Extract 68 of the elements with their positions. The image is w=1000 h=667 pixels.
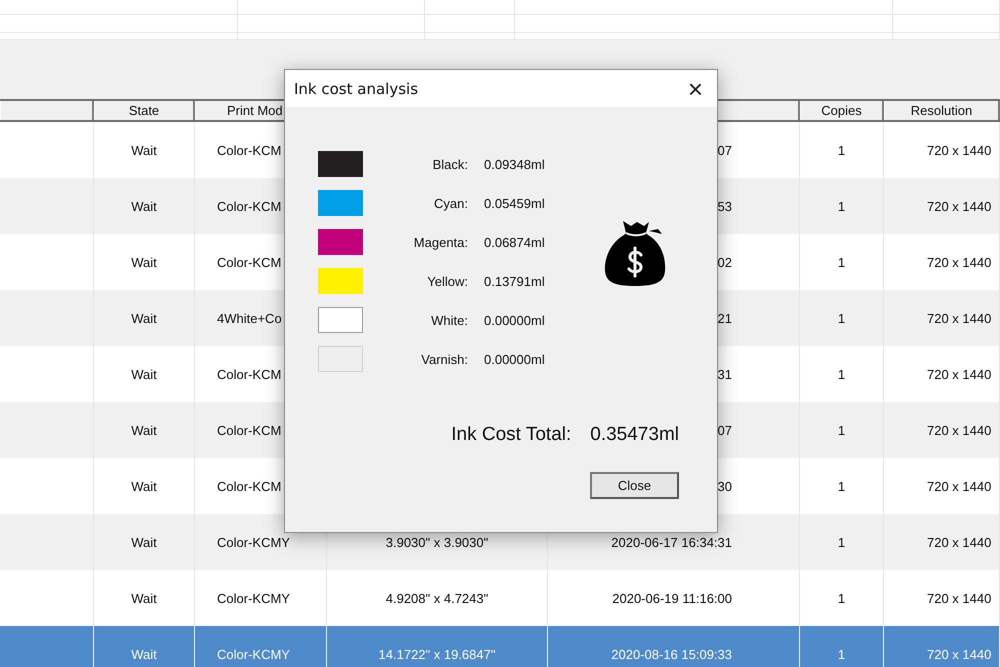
table-cell: 14.1722" x 19.6847" bbox=[378, 646, 496, 662]
table-cell: 1 bbox=[838, 422, 846, 438]
table-cell: 02 bbox=[718, 254, 732, 270]
table-cell: Color-KCMY bbox=[217, 646, 290, 662]
table-cell: Wait bbox=[131, 646, 157, 662]
ink-label: Magenta: bbox=[412, 234, 468, 250]
ink-label: Cyan: bbox=[433, 196, 468, 210]
ink-amount: 0.05459ml bbox=[484, 196, 546, 210]
table-cell: 720 x 1440 bbox=[927, 478, 992, 494]
table-cell: 720 x 1440 bbox=[927, 254, 992, 270]
table-cell: Wait bbox=[131, 422, 157, 438]
total-label: Ink Cost Total: bbox=[451, 424, 572, 446]
ink-amount: 0.06874ml bbox=[484, 234, 546, 250]
table-cell: 1 bbox=[838, 478, 846, 494]
table-cell: Color-KCM bbox=[217, 478, 282, 494]
ink-label: Black: bbox=[432, 156, 468, 172]
ink-label: Varnish: bbox=[420, 352, 468, 366]
table-cell: 720 x 1440 bbox=[927, 366, 992, 382]
table-cell: 31 bbox=[718, 366, 732, 382]
table-cell: Wait bbox=[131, 590, 157, 606]
table-cell: Wait bbox=[131, 534, 157, 550]
table-cell: 1 bbox=[838, 646, 846, 662]
table-cell: 2020-08-16 15:09:33 bbox=[611, 646, 732, 662]
table-cell: 07 bbox=[718, 142, 732, 158]
table-cell: Color-KCM bbox=[217, 422, 282, 438]
table-cell: 2020-06-17 16:34:31 bbox=[611, 534, 732, 550]
table-cell: 1 bbox=[838, 198, 846, 214]
table-cell: 720 x 1440 bbox=[927, 646, 992, 662]
dialog-title: Ink cost analysis bbox=[294, 80, 418, 98]
table-cell: 30 bbox=[718, 478, 732, 494]
table-cell: 07 bbox=[718, 422, 732, 438]
ink-label: White: bbox=[430, 312, 468, 328]
table-cell: Color-KCM bbox=[217, 142, 282, 158]
table-cell: 21 bbox=[718, 310, 732, 326]
table-cell: 4.9208" x 4.7243" bbox=[386, 590, 488, 606]
table-cell: 1 bbox=[838, 366, 846, 382]
table-cell: Wait bbox=[131, 142, 157, 158]
table-cell: Color-KCMY bbox=[217, 534, 290, 550]
table-cell: 1 bbox=[838, 254, 846, 270]
table-cell: 720 x 1440 bbox=[927, 422, 992, 438]
table-cell: 53 bbox=[718, 198, 732, 214]
ink-amount: 0.00000ml bbox=[484, 352, 546, 366]
table-cell: Wait bbox=[131, 310, 157, 326]
ink-amount: 0.13791ml bbox=[484, 274, 546, 288]
ink-label: Yellow: bbox=[426, 274, 468, 288]
total-amount: 0.35473ml bbox=[590, 424, 679, 446]
table-cell: 2020-06-19 11:16:00 bbox=[612, 590, 732, 606]
table-cell: 720 x 1440 bbox=[927, 534, 992, 550]
table-cell: Wait bbox=[131, 254, 157, 270]
table-cell: 720 x 1440 bbox=[927, 198, 992, 214]
table-cell: Wait bbox=[131, 366, 157, 382]
table-cell: 1 bbox=[838, 590, 846, 606]
table-cell: 1 bbox=[838, 310, 846, 326]
table-cell: 1 bbox=[838, 142, 846, 158]
table-cell: 720 x 1440 bbox=[927, 310, 992, 326]
table-cell: Color-KCMY bbox=[217, 590, 290, 606]
table-cell: 720 x 1440 bbox=[927, 590, 992, 606]
table-cell: Color-KCM bbox=[217, 254, 282, 270]
table-cell: 3.9030" x 3.9030" bbox=[386, 534, 488, 550]
table-cell: 1 bbox=[838, 534, 846, 550]
table-cell: Wait bbox=[131, 198, 157, 214]
ink-amount: 0.00000ml bbox=[484, 312, 546, 328]
ink-amount: 0.09348ml bbox=[484, 156, 546, 172]
table-cell: 720 x 1440 bbox=[927, 142, 992, 158]
table-cell: Wait bbox=[131, 478, 157, 494]
table-cell: 4White+Co bbox=[217, 310, 282, 326]
table-cell: Color-KCM bbox=[217, 198, 282, 214]
table-cell: Color-KCM bbox=[217, 366, 282, 382]
